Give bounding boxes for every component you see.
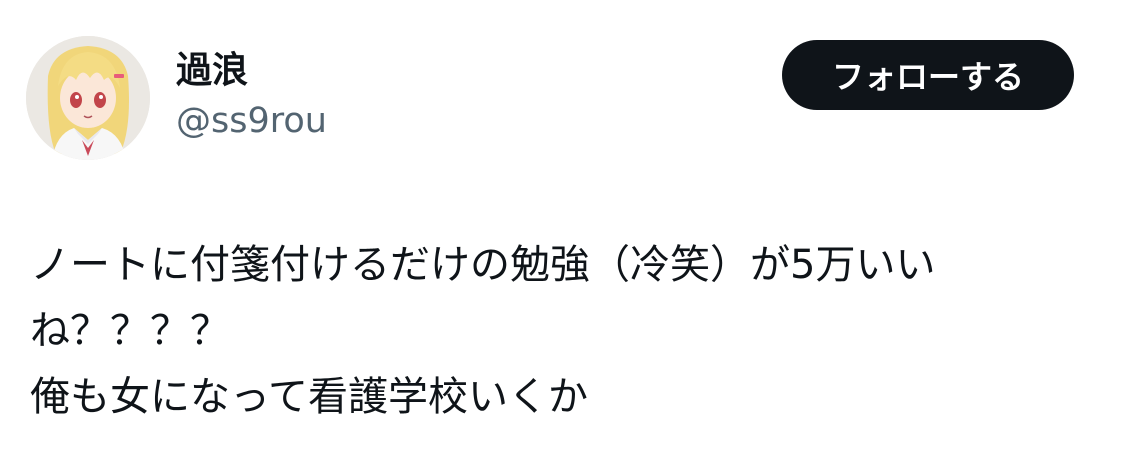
display-name[interactable]: 過浪 — [176, 48, 327, 94]
follow-button[interactable]: フォローする — [782, 40, 1074, 110]
anime-girl-avatar-icon — [26, 36, 150, 160]
tweet-line: 俺も女になって看護学校いくか — [30, 374, 588, 420]
tweet-text: ノートに付箋付けるだけの勉強（冷笑）が5万いい ね？？？？ 俺も女になって看護学… — [30, 232, 1090, 430]
author-names: 過浪 @ss9rou — [176, 48, 327, 144]
avatar[interactable] — [26, 36, 150, 160]
tweet-line: ノートに付箋付けるだけの勉強（冷笑）が5万いい — [30, 242, 936, 288]
tweet-header: 過浪 @ss9rou フォローする — [26, 36, 1101, 166]
tweet-line: ね？？？？ — [30, 308, 230, 354]
user-handle[interactable]: @ss9rou — [176, 98, 327, 144]
